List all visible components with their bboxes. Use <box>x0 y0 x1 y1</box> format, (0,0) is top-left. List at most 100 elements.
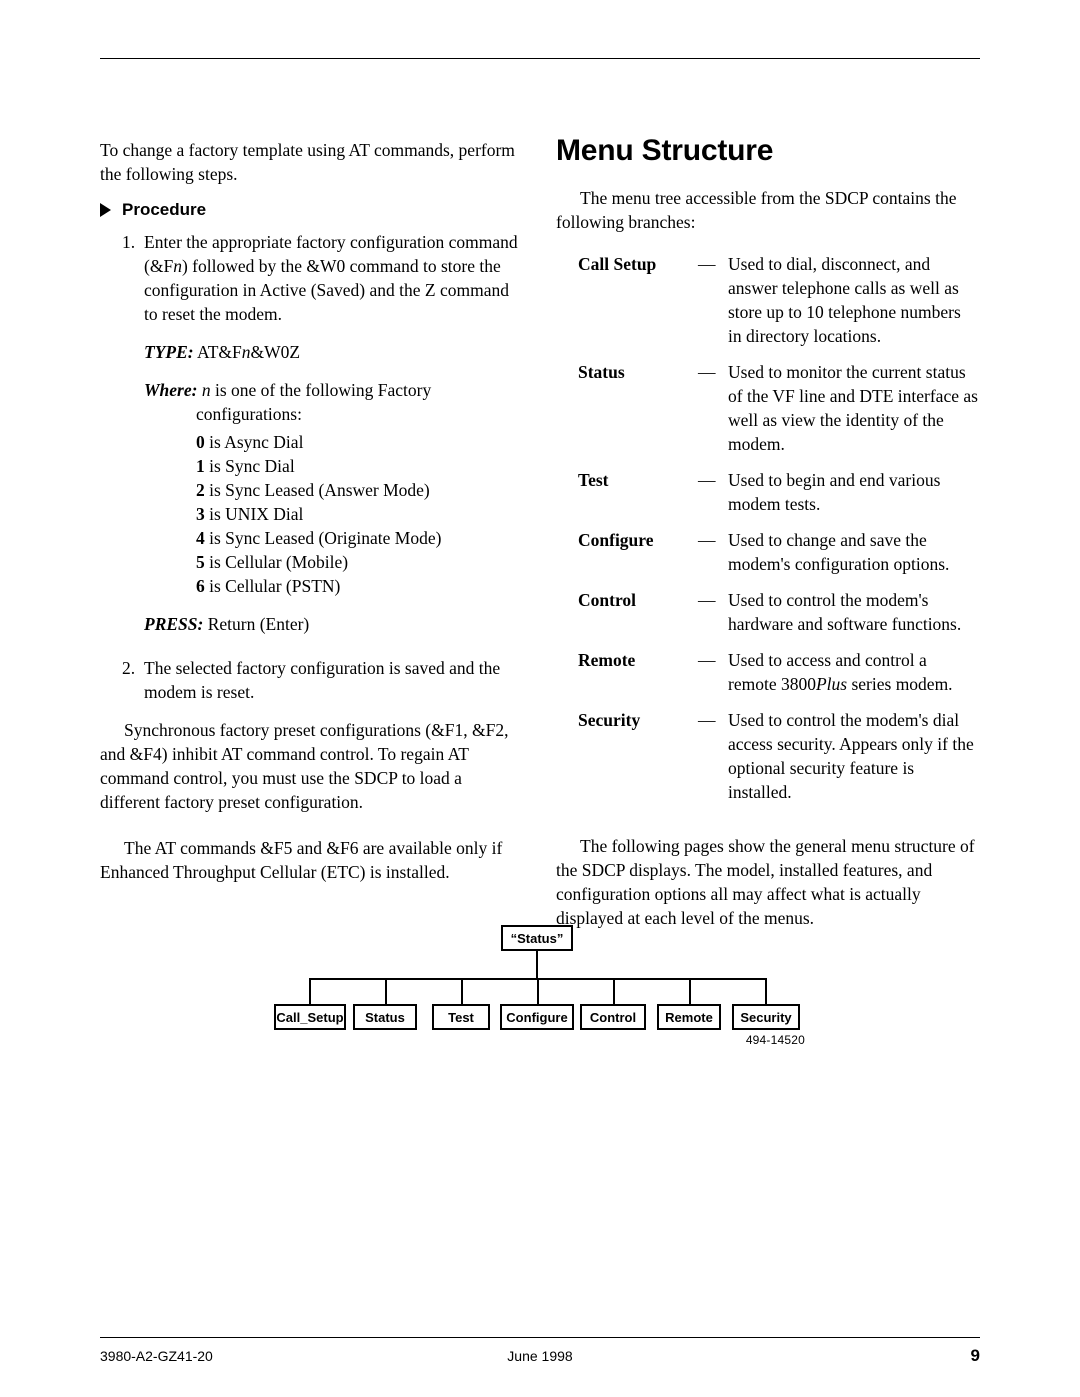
list-item: 3 is UNIX Dial <box>196 502 520 526</box>
config-text: is Sync Leased (Answer Mode) <box>209 480 430 500</box>
type-label: TYPE: <box>144 342 194 362</box>
branch-term: Test <box>578 470 609 490</box>
where-italic-n: n <box>201 380 211 400</box>
step-text-part2: ) followed by the &W0 command to store t… <box>144 256 509 324</box>
table-row: Security — Used to control the modem's d… <box>578 708 978 816</box>
branch-dash: — <box>698 650 716 670</box>
triangle-bullet-icon <box>100 203 111 217</box>
list-item: 6 is Cellular (PSTN) <box>196 574 520 598</box>
intro-paragraph: To change a factory template using AT co… <box>100 140 515 184</box>
branch-desc-italic: Plus <box>815 674 848 694</box>
branch-dash: — <box>698 362 716 382</box>
table-row: Configure — Used to change and save the … <box>578 528 978 588</box>
branch-dash: — <box>698 710 716 730</box>
diagram-node-test[interactable]: Test <box>432 1004 490 1030</box>
list-item: 0 is Async Dial <box>196 430 520 454</box>
where-label: Where: <box>144 380 198 400</box>
procedure-steps: 1. Enter the appropriate factory configur… <box>100 230 520 326</box>
config-text: is Sync Dial <box>209 456 295 476</box>
step-number: 1. <box>122 232 136 252</box>
diagram-node-call-setup[interactable]: Call_Setup <box>274 1004 346 1030</box>
page: To change a factory template using AT co… <box>0 0 1080 1397</box>
diagram-node-remote[interactable]: Remote <box>657 1004 721 1030</box>
step-text-part1: The selected factory configuration is sa… <box>144 658 501 702</box>
config-value: 6 <box>196 576 205 596</box>
configuration-list: 0 is Async Dial 1 is Sync Dial 2 is Sync… <box>100 430 520 598</box>
diagram-node-status[interactable]: Status <box>353 1004 417 1030</box>
left-column: To change a factory template using AT co… <box>100 138 520 898</box>
config-text: is Async Dial <box>209 432 304 452</box>
config-text: is UNIX Dial <box>209 504 304 524</box>
step-number: 2. <box>122 658 136 678</box>
diagram-root-node: “Status” <box>501 925 573 951</box>
list-item: 5 is Cellular (Mobile) <box>196 550 520 574</box>
right-column: Menu Structure The menu tree accessible … <box>556 134 980 944</box>
branch-dash: — <box>698 254 716 274</box>
etc-paragraph: The AT commands &F5 and &F6 are availabl… <box>100 838 503 882</box>
config-value: 2 <box>196 480 205 500</box>
config-text: is Sync Leased (Originate Mode) <box>209 528 442 548</box>
step-item-1: 1. Enter the appropriate factory configur… <box>100 230 520 326</box>
config-value: 0 <box>196 432 205 452</box>
list-item: 1 is Sync Dial <box>196 454 520 478</box>
branch-term: Control <box>578 590 637 610</box>
page-title: Menu Structure <box>556 134 774 167</box>
table-row: Remote — Used to access and control a re… <box>578 648 978 708</box>
branch-description: Used to control the modem's dial access … <box>728 710 974 802</box>
footer-rule <box>100 1337 980 1338</box>
branch-term: Security <box>578 710 641 730</box>
sync-paragraph: Synchronous factory preset configuration… <box>100 720 509 812</box>
branch-description: Used to change and save the modem's conf… <box>728 530 950 574</box>
diagram-connector-drop-6 <box>689 978 691 1006</box>
table-row: Control — Used to control the modem's ha… <box>578 588 978 648</box>
step-item-2: 2. The selected factory configuration is … <box>100 656 520 704</box>
procedure-heading: Procedure <box>100 200 520 220</box>
branch-dash: — <box>698 530 716 550</box>
branch-dash: — <box>698 590 716 610</box>
menu-tree-diagram: “Status” Call_Setup Status Test Configur… <box>260 925 830 1055</box>
branch-description: Used to dial, disconnect, and answer tel… <box>728 254 961 346</box>
branch-dash: — <box>698 470 716 490</box>
press-label: PRESS: <box>144 614 204 634</box>
config-value: 5 <box>196 552 205 572</box>
diagram-connector-drop-3 <box>461 978 463 1006</box>
press-value: Return (Enter) <box>207 614 310 634</box>
diagram-connector-drop-2 <box>385 978 387 1006</box>
diagram-connector-drop-7 <box>765 978 767 1006</box>
procedure-steps-continued: 2. The selected factory configuration is … <box>100 656 520 704</box>
closing-paragraph: The following pages show the general men… <box>556 836 975 928</box>
diagram-connector-drop-4 <box>537 978 539 1006</box>
type-value-post: &W0Z <box>250 342 301 362</box>
step-italic-n: n <box>173 256 182 276</box>
procedure-heading-label: Procedure <box>122 200 207 219</box>
list-item: 4 is Sync Leased (Originate Mode) <box>196 526 520 550</box>
table-row: Test — Used to begin and end various mod… <box>578 468 978 528</box>
branch-term: Status <box>578 362 625 382</box>
config-value: 3 <box>196 504 205 524</box>
branch-term: Remote <box>578 650 636 670</box>
table-row: Status — Used to monitor the current sta… <box>578 360 978 468</box>
config-value: 1 <box>196 456 205 476</box>
diagram-node-control[interactable]: Control <box>580 1004 646 1030</box>
config-value: 4 <box>196 528 205 548</box>
branch-term: Configure <box>578 530 654 550</box>
branch-description: Used to begin and end various modem test… <box>728 470 941 514</box>
diagram-connector-vertical-root <box>536 951 538 979</box>
diagram-node-configure[interactable]: Configure <box>500 1004 574 1030</box>
diagram-connector-drop-1 <box>309 978 311 1006</box>
type-line: TYPE: AT&Fn&W0Z <box>144 340 520 364</box>
branch-description: Used to monitor the current status of th… <box>728 362 978 454</box>
where-text: is one of the following Factory configur… <box>196 380 432 424</box>
diagram-node-security[interactable]: Security <box>732 1004 800 1030</box>
branch-desc-post: series modem. <box>847 674 953 694</box>
where-line: Where: n is one of the following Factory… <box>144 378 520 426</box>
branch-description: Used to access and control a remote 3800… <box>728 648 978 708</box>
branch-description: Used to control the modem's hardware and… <box>728 590 962 634</box>
menu-branch-table: Call Setup — Used to dial, disconnect, a… <box>578 252 978 816</box>
diagram-part-number: 494-14520 <box>745 1033 805 1047</box>
header-rule <box>100 58 980 59</box>
branch-term: Call Setup <box>578 254 657 274</box>
config-text: is Cellular (Mobile) <box>209 552 349 572</box>
menu-intro-paragraph: The menu tree accessible from the SDCP c… <box>556 188 957 232</box>
type-value-pre: AT&F <box>197 342 242 362</box>
